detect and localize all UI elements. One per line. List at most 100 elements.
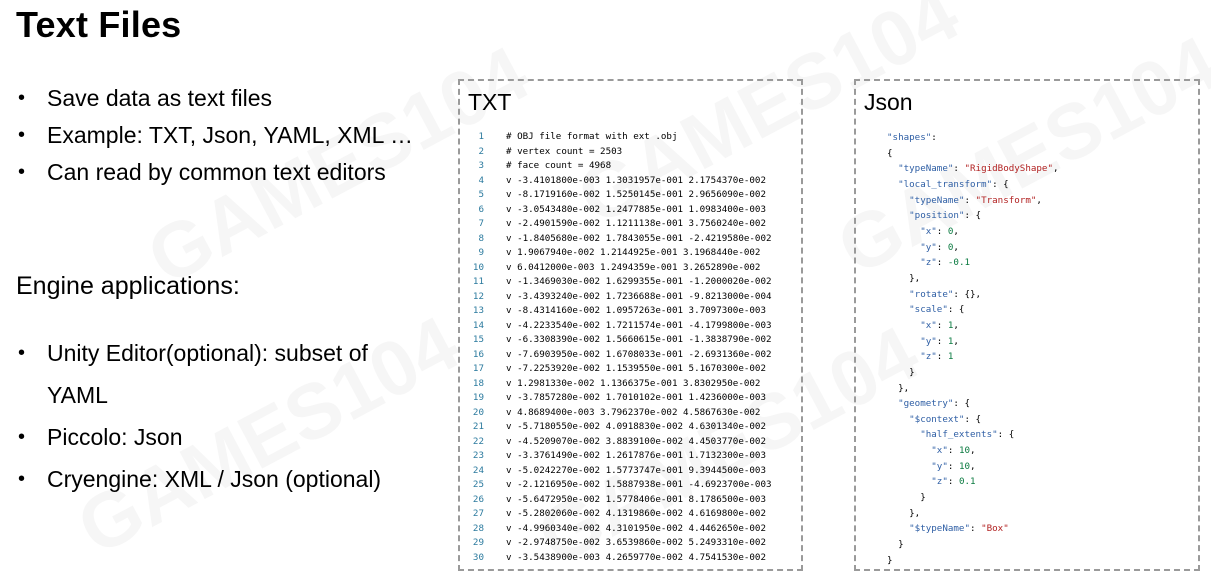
line-text: v -3.0543480e-002 1.2477885e-001 1.09834…	[506, 203, 766, 215]
txt-code-line: 26 v -5.6472950e-002 1.5778406e-001 8.178…	[460, 493, 772, 508]
line-number: 21	[472, 421, 484, 432]
line-number: 16	[472, 348, 484, 360]
json-token: : {	[947, 304, 965, 316]
json-code-line: "position": {	[887, 208, 1059, 224]
json-token: :	[936, 241, 948, 253]
json-token: },	[887, 272, 921, 284]
json-code-line: "y": 0,	[887, 240, 1059, 256]
line-number: 1	[478, 131, 484, 142]
json-token: "RigidBodyShape"	[964, 163, 1053, 175]
json-code-line: "typeName": "RigidBodyShape",	[887, 161, 1059, 177]
json-token: ,	[953, 335, 959, 347]
json-code-line: },	[887, 271, 1059, 287]
json-token: "typeName"	[887, 194, 965, 206]
json-token: :	[964, 194, 976, 206]
json-token: 1	[947, 351, 954, 363]
line-number: 8	[478, 232, 484, 244]
txt-code-line: 2 # vertex count = 2503	[460, 145, 772, 160]
json-code-line: "x": 1,	[887, 318, 1059, 334]
line-text: v -8.1719160e-002 1.5250145e-001 2.96560…	[506, 189, 766, 200]
line-text: v -3.3761490e-002 1.2617876e-001 1.71323…	[506, 450, 766, 461]
json-token: :	[936, 319, 948, 331]
bullet-list-bottom: • Unity Editor(optional): subset of YAML …	[18, 332, 381, 500]
json-code-line: "scale": {	[887, 302, 1059, 318]
json-code-line: }	[887, 537, 1059, 553]
bullet-text: Cryengine: XML / Json (optional)	[47, 466, 382, 492]
line-text: v -3.4393240e-002 1.7236688e-001 -9.8213…	[506, 290, 772, 302]
json-code-line: }	[887, 490, 1059, 506]
line-text: v -6.3308390e-002 1.5660615e-001 -1.3838…	[506, 334, 772, 345]
json-code-line: }	[887, 553, 1059, 569]
txt-code-line: 28 v -4.9960340e-002 4.3101950e-002 4.446…	[460, 522, 772, 537]
line-text: v 1.9067940e-002 1.2144925e-001 3.196844…	[506, 247, 761, 258]
bullet-dot-icon: •	[18, 87, 26, 109]
line-number: 30	[472, 551, 484, 563]
json-code-line: "geometry": {	[887, 396, 1059, 412]
json-token: "scale"	[887, 304, 948, 316]
bullet-item: • Example: TXT, Json, YAML, XML …	[18, 117, 413, 154]
line-number: 29	[472, 537, 484, 548]
json-token: "position"	[887, 210, 965, 222]
line-text: v -5.6472950e-002 1.5778406e-001 8.17865…	[506, 493, 766, 505]
line-text: # OBJ file format with ext .obj	[506, 131, 678, 142]
line-number: 23	[472, 450, 484, 461]
txt-code-line: 16 v -7.6903950e-002 1.6708033e-001 -2.69…	[460, 348, 772, 363]
json-token: :	[936, 351, 948, 363]
line-number: 18	[472, 377, 484, 389]
json-token: :	[953, 163, 965, 175]
json-token: : {	[953, 398, 970, 410]
line-text: v -4.2233540e-002 1.7211574e-001 -4.1799…	[506, 319, 772, 331]
json-token: "z"	[887, 351, 937, 363]
txt-code-line: 20 v 4.8689400e-003 3.7962370e-002 4.5867…	[460, 406, 772, 421]
line-text: v -2.9748750e-002 3.6539860e-002 5.24933…	[506, 537, 766, 548]
bullet-text: Example: TXT, Json, YAML, XML …	[47, 122, 414, 148]
json-code-line: },	[887, 506, 1059, 522]
json-token: "half_extents"	[887, 429, 998, 441]
json-token: ,	[970, 460, 976, 472]
json-token: "y"	[887, 335, 937, 347]
json-token: :	[947, 476, 959, 488]
json-token: "local_transform"	[887, 178, 993, 190]
line-number: 10	[472, 261, 484, 273]
txt-code-line: 8 v -1.8405680e-002 1.7843055e-001 -2.421…	[460, 232, 771, 247]
bullet-dot-icon: •	[18, 161, 26, 183]
txt-code-line: 7 v -2.4901590e-002 1.1211138e-001 3.7560…	[460, 217, 772, 232]
line-number: 14	[472, 319, 484, 331]
line-number: 12	[472, 290, 484, 302]
txt-code-line: 24 v -5.0242270e-002 1.5773747e-001 9.394…	[460, 464, 772, 479]
txt-code-line: 10 v 6.0412000e-003 1.2494359e-001 3.2652…	[460, 261, 772, 276]
line-number: 9	[478, 247, 484, 258]
line-number: 3	[478, 160, 484, 171]
json-token: : {	[997, 429, 1015, 441]
line-number: 28	[472, 522, 484, 534]
txt-panel-title: TXT	[468, 89, 512, 115]
json-token: "Transform"	[975, 194, 1037, 206]
json-code-line: "half_extents": {	[887, 427, 1059, 443]
json-token: "z"	[887, 476, 948, 488]
line-text: v 1.2981330e-002 1.1366375e-001 3.830295…	[506, 377, 761, 389]
json-token: "y"	[887, 460, 948, 472]
json-code-line: "y": 1,	[887, 334, 1059, 350]
json-code-line: "z": -0.1	[887, 255, 1059, 271]
line-text: v -5.7180550e-002 4.0918830e-002 4.63013…	[506, 421, 766, 432]
json-token: "x"	[887, 445, 948, 457]
txt-code-line: 21 v -5.7180550e-002 4.0918830e-002 4.630…	[460, 420, 772, 435]
line-number: 6	[478, 203, 484, 215]
json-code-line: "x": 10,	[887, 443, 1059, 459]
line-text: # vertex count = 2503	[506, 145, 623, 157]
line-text: v -5.0242270e-002 1.5773747e-001 9.39445…	[506, 464, 766, 476]
json-code-line: "$typeName": "Box"	[887, 521, 1059, 537]
bullet-dot-icon: •	[18, 342, 26, 364]
json-panel-title: Json	[864, 89, 913, 115]
json-token: "x"	[887, 319, 937, 331]
line-text: v -3.7857280e-002 1.7010102e-001 1.42360…	[506, 392, 766, 403]
json-code-line: "local_transform": {	[887, 177, 1059, 193]
json-code-line: "typeName": "Transform",	[887, 193, 1059, 209]
json-code-line: "$context": {	[887, 412, 1059, 428]
txt-code-line: 12 v -3.4393240e-002 1.7236688e-001 -9.82…	[460, 290, 772, 305]
bullet-continuation: YAML	[18, 374, 381, 416]
json-token: "x"	[887, 225, 937, 237]
json-token: }	[887, 492, 926, 504]
bullet-item: • Save data as text files	[18, 80, 413, 117]
json-token: ,	[1052, 163, 1059, 175]
